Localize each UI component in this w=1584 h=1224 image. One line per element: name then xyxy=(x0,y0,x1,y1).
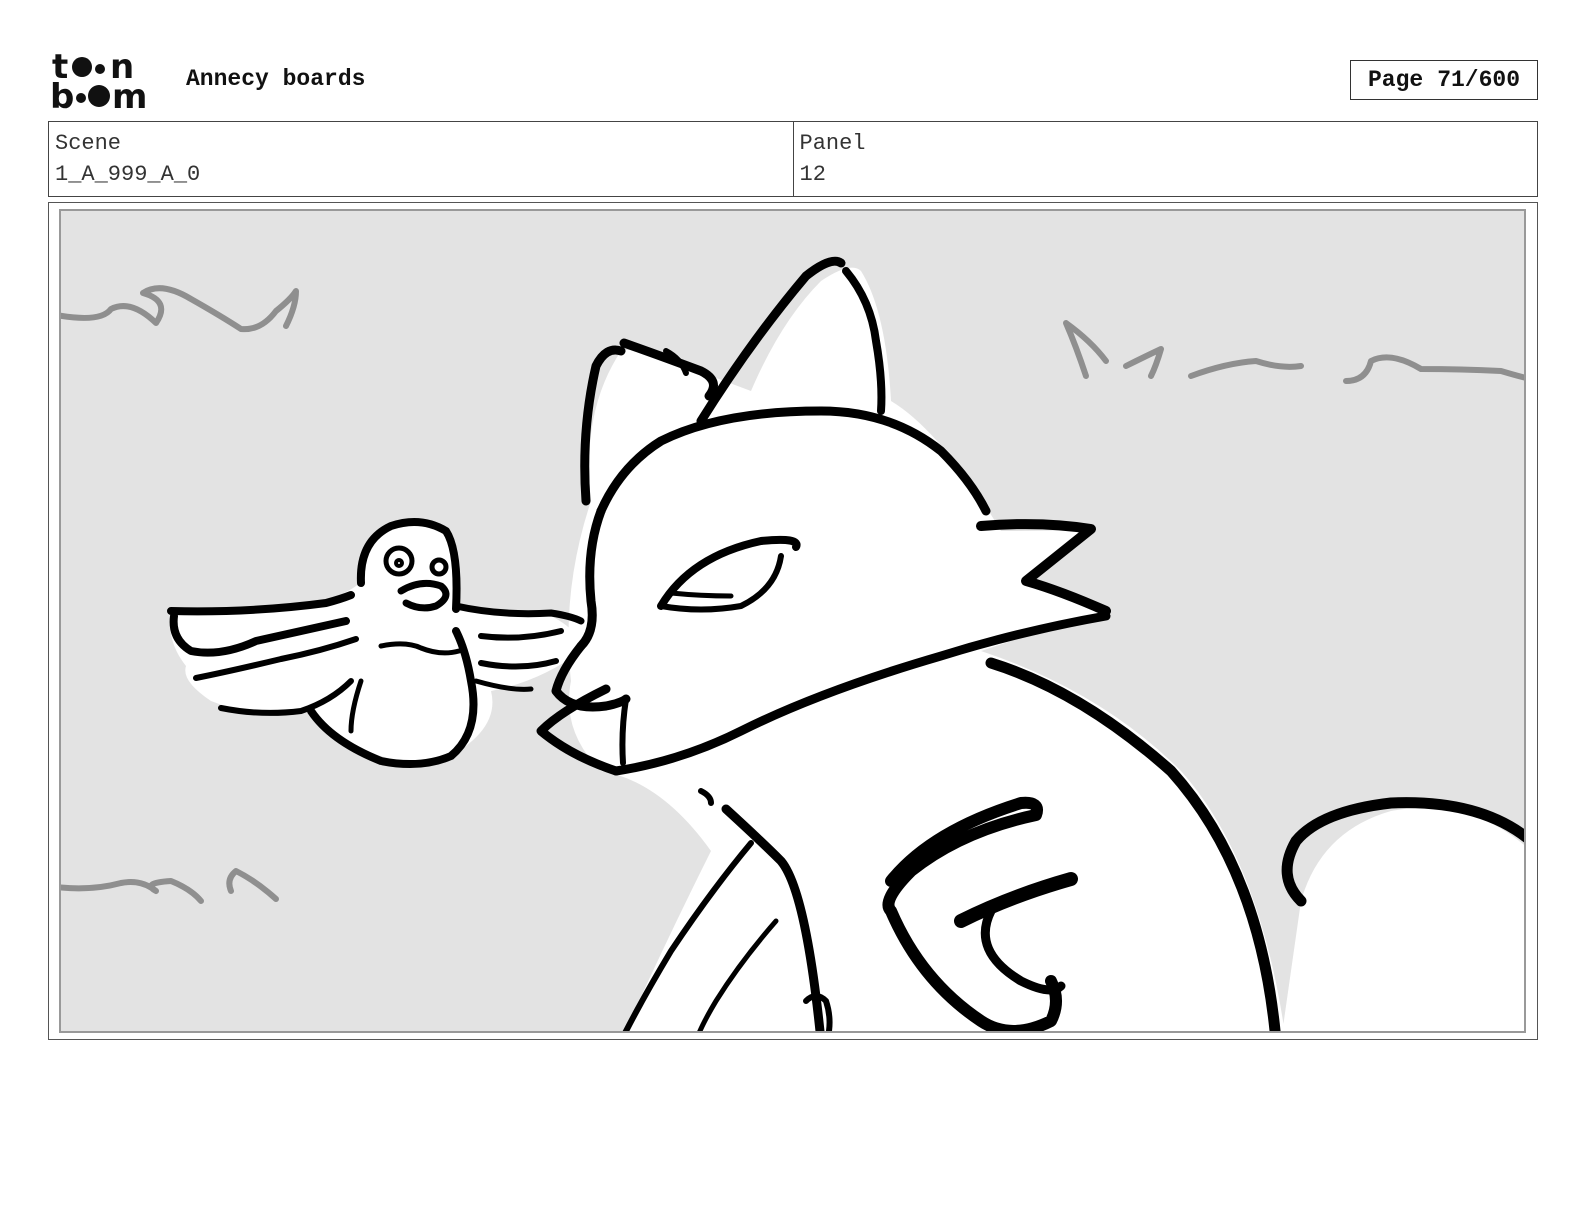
scene-cell: Scene 1_A_999_A_0 xyxy=(49,122,793,196)
sketch-illustration xyxy=(61,256,1524,1031)
storyboard-drawing xyxy=(59,209,1526,1033)
panel-value: 12 xyxy=(799,162,826,187)
svg-text:b: b xyxy=(50,77,74,112)
svg-text:m: m xyxy=(112,77,147,112)
storyboard-panel-frame xyxy=(48,202,1538,1040)
toonboom-logo: t n b m xyxy=(50,47,165,117)
page-indicator: Page 71/600 xyxy=(1350,60,1538,100)
page-number: 71/600 xyxy=(1437,67,1521,93)
document-title: Annecy boards xyxy=(186,66,366,92)
fox-fills xyxy=(170,267,1524,1031)
scene-label: Scene xyxy=(55,131,122,156)
toonboom-logo-mark: t n b m xyxy=(50,47,147,117)
panel-label: Panel xyxy=(799,131,866,156)
page-label: Page xyxy=(1367,67,1424,93)
scene-panel-info: Scene 1_A_999_A_0 Panel 12 xyxy=(48,121,1538,197)
scene-value: 1_A_999_A_0 xyxy=(55,162,201,187)
panel-cell: Panel 12 xyxy=(792,122,1538,196)
